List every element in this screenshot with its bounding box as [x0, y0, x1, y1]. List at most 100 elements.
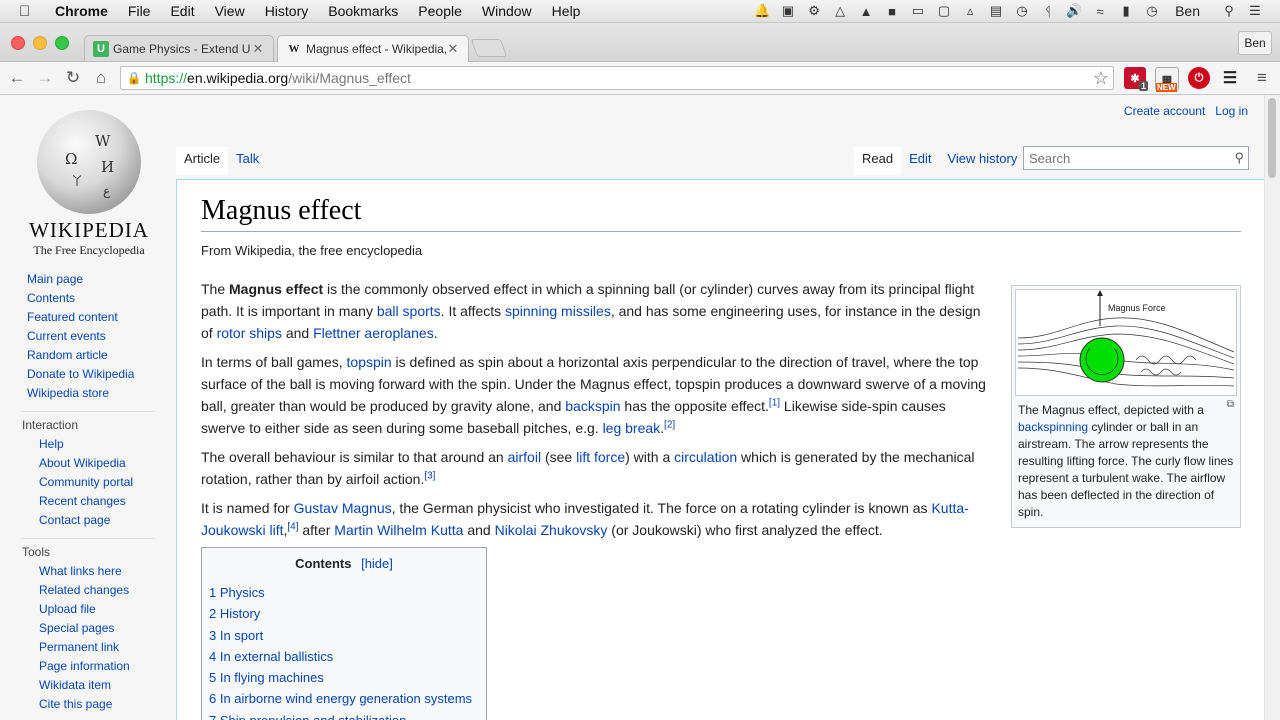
link-lift-force[interactable]: lift force	[576, 449, 625, 465]
screenshot-icon[interactable]: ▢	[933, 3, 955, 19]
airplay-icon[interactable]: ▵	[959, 3, 981, 19]
link-leg-break[interactable]: leg break	[603, 420, 661, 436]
link-ball-sports[interactable]: ball sports	[377, 303, 441, 319]
battery-icon[interactable]: ▮	[1115, 3, 1137, 19]
menu-edit[interactable]: Edit	[170, 3, 194, 19]
page-scrollbar[interactable]	[1264, 95, 1280, 720]
reference-1[interactable]: [1]	[769, 397, 780, 408]
forward-arrow-icon[interactable]: →	[34, 67, 56, 89]
sidebar-item-random-article[interactable]: Random article	[0, 346, 176, 365]
app-status-icon[interactable]: ■	[881, 4, 903, 19]
menubar-user[interactable]: Ben	[1175, 3, 1200, 19]
menu-people[interactable]: People	[418, 3, 462, 19]
clock-icon[interactable]: ◷	[1141, 3, 1163, 19]
link-flettner-aeroplanes[interactable]: Flettner aeroplanes	[313, 325, 434, 341]
menu-history[interactable]: History	[265, 3, 309, 19]
sidebar-item-related-changes[interactable]: Related changes	[0, 581, 176, 600]
sidebar-item-what-links-here[interactable]: What links here	[0, 562, 176, 581]
sidebar-item-main-page[interactable]: Main page	[0, 270, 176, 289]
extension-asterisk-icon[interactable]: ✱ 1	[1124, 67, 1148, 91]
reload-icon[interactable]: ↻	[62, 67, 84, 89]
link-circulation[interactable]: circulation	[674, 449, 737, 465]
link-topspin[interactable]: topspin	[347, 354, 392, 370]
tab-edit[interactable]: Edit	[901, 147, 939, 175]
tab-article[interactable]: Article	[176, 147, 229, 175]
menu-app[interactable]: Chrome	[55, 3, 108, 19]
link-backspin[interactable]: backspin	[565, 398, 620, 414]
reference-4[interactable]: [4]	[287, 521, 298, 532]
sidebar-item-recent-changes[interactable]: Recent changes	[0, 492, 176, 511]
link-martin-kutta[interactable]: Martin Wilhelm Kutta	[334, 522, 463, 538]
link-airfoil[interactable]: airfoil	[508, 449, 541, 465]
wifi-icon[interactable]: ≈	[1089, 4, 1111, 19]
url-text[interactable]: https://en.wikipedia.org/wiki/Magnus_eff…	[145, 70, 411, 86]
toc-entry-ship-propulsion[interactable]: 7 Ship propulsion and stabilization	[202, 710, 486, 720]
magnus-diagram[interactable]: Magnus Force	[1015, 289, 1237, 396]
sidebar-item-store[interactable]: Wikipedia store	[0, 384, 176, 403]
link-rotor-ships[interactable]: rotor ships	[217, 325, 282, 341]
toc-entry-in-sport[interactable]: 3 In sport	[202, 625, 486, 646]
sidebar-item-donate[interactable]: Donate to Wikipedia	[0, 365, 176, 384]
home-icon[interactable]: ⌂	[90, 67, 112, 89]
new-tab-button[interactable]	[470, 39, 508, 57]
window-minimize-button[interactable]	[33, 36, 47, 50]
tab-game-physics[interactable]: U Game Physics - Extend Ur ✕	[84, 35, 274, 61]
sidebar-item-featured-content[interactable]: Featured content	[0, 308, 176, 327]
address-bar[interactable]: 🔒 https://en.wikipedia.org/wiki/Magnus_e…	[120, 66, 1114, 90]
bluetooth-icon[interactable]: ᛩ	[1037, 4, 1059, 19]
profile-button[interactable]: Ben	[1238, 31, 1272, 55]
toc-entry-external-ballistics[interactable]: 4 In external ballistics	[202, 646, 486, 667]
link-nikolai-zhukovsky[interactable]: Nikolai Zhukovsky	[495, 522, 608, 538]
extension-power-icon[interactable]: ⏻	[1188, 67, 1210, 89]
toc-entry-flying-machines[interactable]: 5 In flying machines	[202, 667, 486, 688]
camera-icon[interactable]: ▣	[777, 3, 799, 19]
toc-hide-toggle[interactable]: [hide]	[361, 556, 393, 571]
chrome-menu-icon[interactable]: ≡	[1251, 67, 1273, 89]
sidebar-item-page-information[interactable]: Page information	[0, 657, 176, 676]
notification-bell-icon[interactable]: 🔔	[751, 3, 773, 19]
link-spinning-missiles[interactable]: spinning missiles	[505, 303, 611, 319]
menu-view[interactable]: View	[215, 3, 245, 19]
tab-view-history[interactable]: View history	[939, 147, 1025, 175]
reference-2[interactable]: [2]	[664, 419, 675, 430]
volume-icon[interactable]: 🔊	[1063, 3, 1085, 19]
tab-magnus-effect[interactable]: W Magnus effect - Wikipedia, ✕	[277, 35, 469, 62]
window-close-button[interactable]	[11, 36, 25, 50]
create-account-link[interactable]: Create account	[1124, 104, 1205, 118]
gear-status-icon[interactable]: ⚙	[803, 3, 825, 19]
log-in-link[interactable]: Log in	[1215, 104, 1248, 118]
close-tab-icon[interactable]: ✕	[251, 41, 265, 57]
sidebar-item-about[interactable]: About Wikipedia	[0, 454, 176, 473]
tab-read[interactable]: Read	[854, 147, 902, 175]
menu-bookmarks[interactable]: Bookmarks	[328, 3, 398, 19]
sidebar-item-permanent-link[interactable]: Permanent link	[0, 638, 176, 657]
toc-entry-history[interactable]: 2 History	[202, 603, 486, 624]
window-zoom-button[interactable]	[55, 36, 69, 50]
back-arrow-icon[interactable]: ←	[6, 67, 28, 89]
link-backspinning[interactable]: backspinning	[1018, 420, 1088, 434]
menu-file[interactable]: File	[128, 3, 151, 19]
flame-icon[interactable]: ▲	[855, 4, 877, 19]
sidebar-item-contents[interactable]: Contents	[0, 289, 176, 308]
sidebar-heading-tools[interactable]: Tools	[0, 543, 176, 562]
toc-entry-airborne-wind-energy[interactable]: 6 In airborne wind energy generation sys…	[202, 688, 486, 709]
bookmark-star-icon[interactable]: ☆	[1093, 68, 1109, 89]
search-input[interactable]	[1024, 149, 1231, 167]
time-machine-icon[interactable]: ◷	[1011, 3, 1033, 19]
sidebar-item-upload-file[interactable]: Upload file	[0, 600, 176, 619]
search-icon[interactable]: ⚲	[1234, 150, 1244, 166]
sidebar-item-help[interactable]: Help	[0, 435, 176, 454]
sidebar-item-cite-this-page[interactable]: Cite this page	[0, 695, 176, 714]
sidebar-item-community-portal[interactable]: Community portal	[0, 473, 176, 492]
scrollbar-thumb[interactable]	[1268, 98, 1276, 178]
extension-new-icon[interactable]: NEW ▦	[1155, 67, 1179, 92]
sidebar-item-current-events[interactable]: Current events	[0, 327, 176, 346]
display-icon[interactable]: ▭	[907, 3, 929, 19]
sidebar-item-contact-page[interactable]: Contact page	[0, 511, 176, 530]
sidebar-item-special-pages[interactable]: Special pages	[0, 619, 176, 638]
toc-entry-physics[interactable]: 1 Physics	[202, 582, 486, 603]
spotlight-search-icon[interactable]: ⚲	[1218, 3, 1240, 19]
link-gustav-magnus[interactable]: Gustav Magnus	[294, 500, 392, 516]
wikipedia-logo[interactable]: W Ω И 丫 ع WIKIPEDIA The Free Encyclopedi…	[22, 110, 156, 257]
drive-icon[interactable]: △	[829, 3, 851, 19]
